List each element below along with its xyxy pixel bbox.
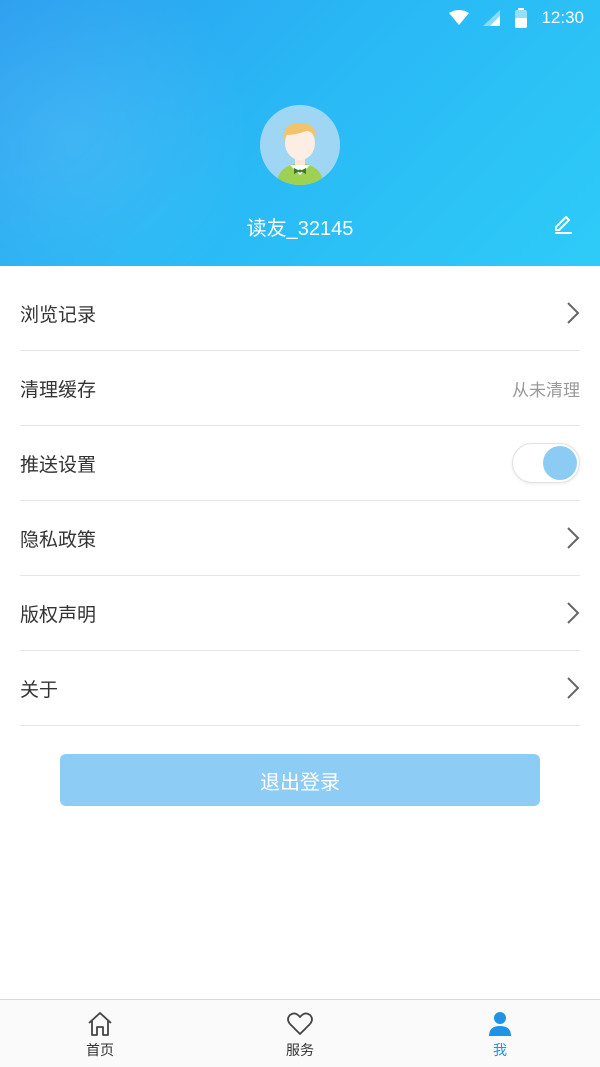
chevron-right-icon [566, 526, 580, 550]
heart-icon [286, 1010, 314, 1038]
menu-item-history[interactable]: 浏览记录 [20, 276, 580, 351]
menu-item-label: 隐私政策 [20, 528, 97, 551]
chevron-right-icon [566, 676, 580, 700]
tab-me[interactable]: 我 [400, 1000, 600, 1067]
chevron-right-icon [566, 601, 580, 625]
menu-item-label: 版权声明 [20, 603, 97, 626]
person-icon [486, 1010, 514, 1038]
menu-item-label: 推送设置 [20, 453, 97, 476]
username: 读友_32145 [246, 218, 354, 240]
menu-item-privacy-policy[interactable]: 隐私政策 [20, 501, 580, 576]
menu-item-label: 清理缓存 [20, 378, 97, 401]
battery-icon [515, 8, 528, 28]
status-bar: 12:30 [0, 0, 600, 36]
chevron-right-icon [566, 301, 580, 325]
tab-home[interactable]: 首页 [0, 1000, 200, 1067]
edit-profile-button[interactable] [550, 212, 576, 238]
status-time: 12:30 [541, 8, 584, 27]
logout-button[interactable]: 退出登录 [60, 754, 540, 806]
toggle-knob [543, 446, 577, 480]
menu-item-label: 关于 [20, 678, 59, 701]
profile-header: 12:30 读友_32145 [0, 0, 600, 266]
home-icon [86, 1010, 114, 1038]
menu-item-push-settings: 推送设置 [20, 426, 580, 501]
user-avatar-icon[interactable] [260, 105, 340, 185]
bottom-tab-bar: 首页 服务 我 [0, 999, 600, 1067]
menu-item-about[interactable]: 关于 [20, 651, 580, 726]
tab-label: 我 [493, 1043, 507, 1059]
tab-service[interactable]: 服务 [200, 1000, 400, 1067]
menu-item-clear-cache[interactable]: 清理缓存 从未清理 [20, 351, 580, 426]
wifi-icon [449, 10, 470, 26]
pencil-icon [552, 212, 574, 238]
menu-item-copyright[interactable]: 版权声明 [20, 576, 580, 651]
tab-label: 首页 [86, 1043, 114, 1059]
cellular-signal-icon [483, 10, 501, 26]
push-toggle[interactable] [512, 443, 580, 483]
settings-menu: 浏览记录 清理缓存 从未清理 推送设置 隐私政策 版权声明 关于 [0, 276, 600, 726]
tab-label: 服务 [286, 1043, 314, 1059]
cache-status: 从未清理 [512, 380, 580, 401]
menu-item-label: 浏览记录 [20, 303, 97, 326]
